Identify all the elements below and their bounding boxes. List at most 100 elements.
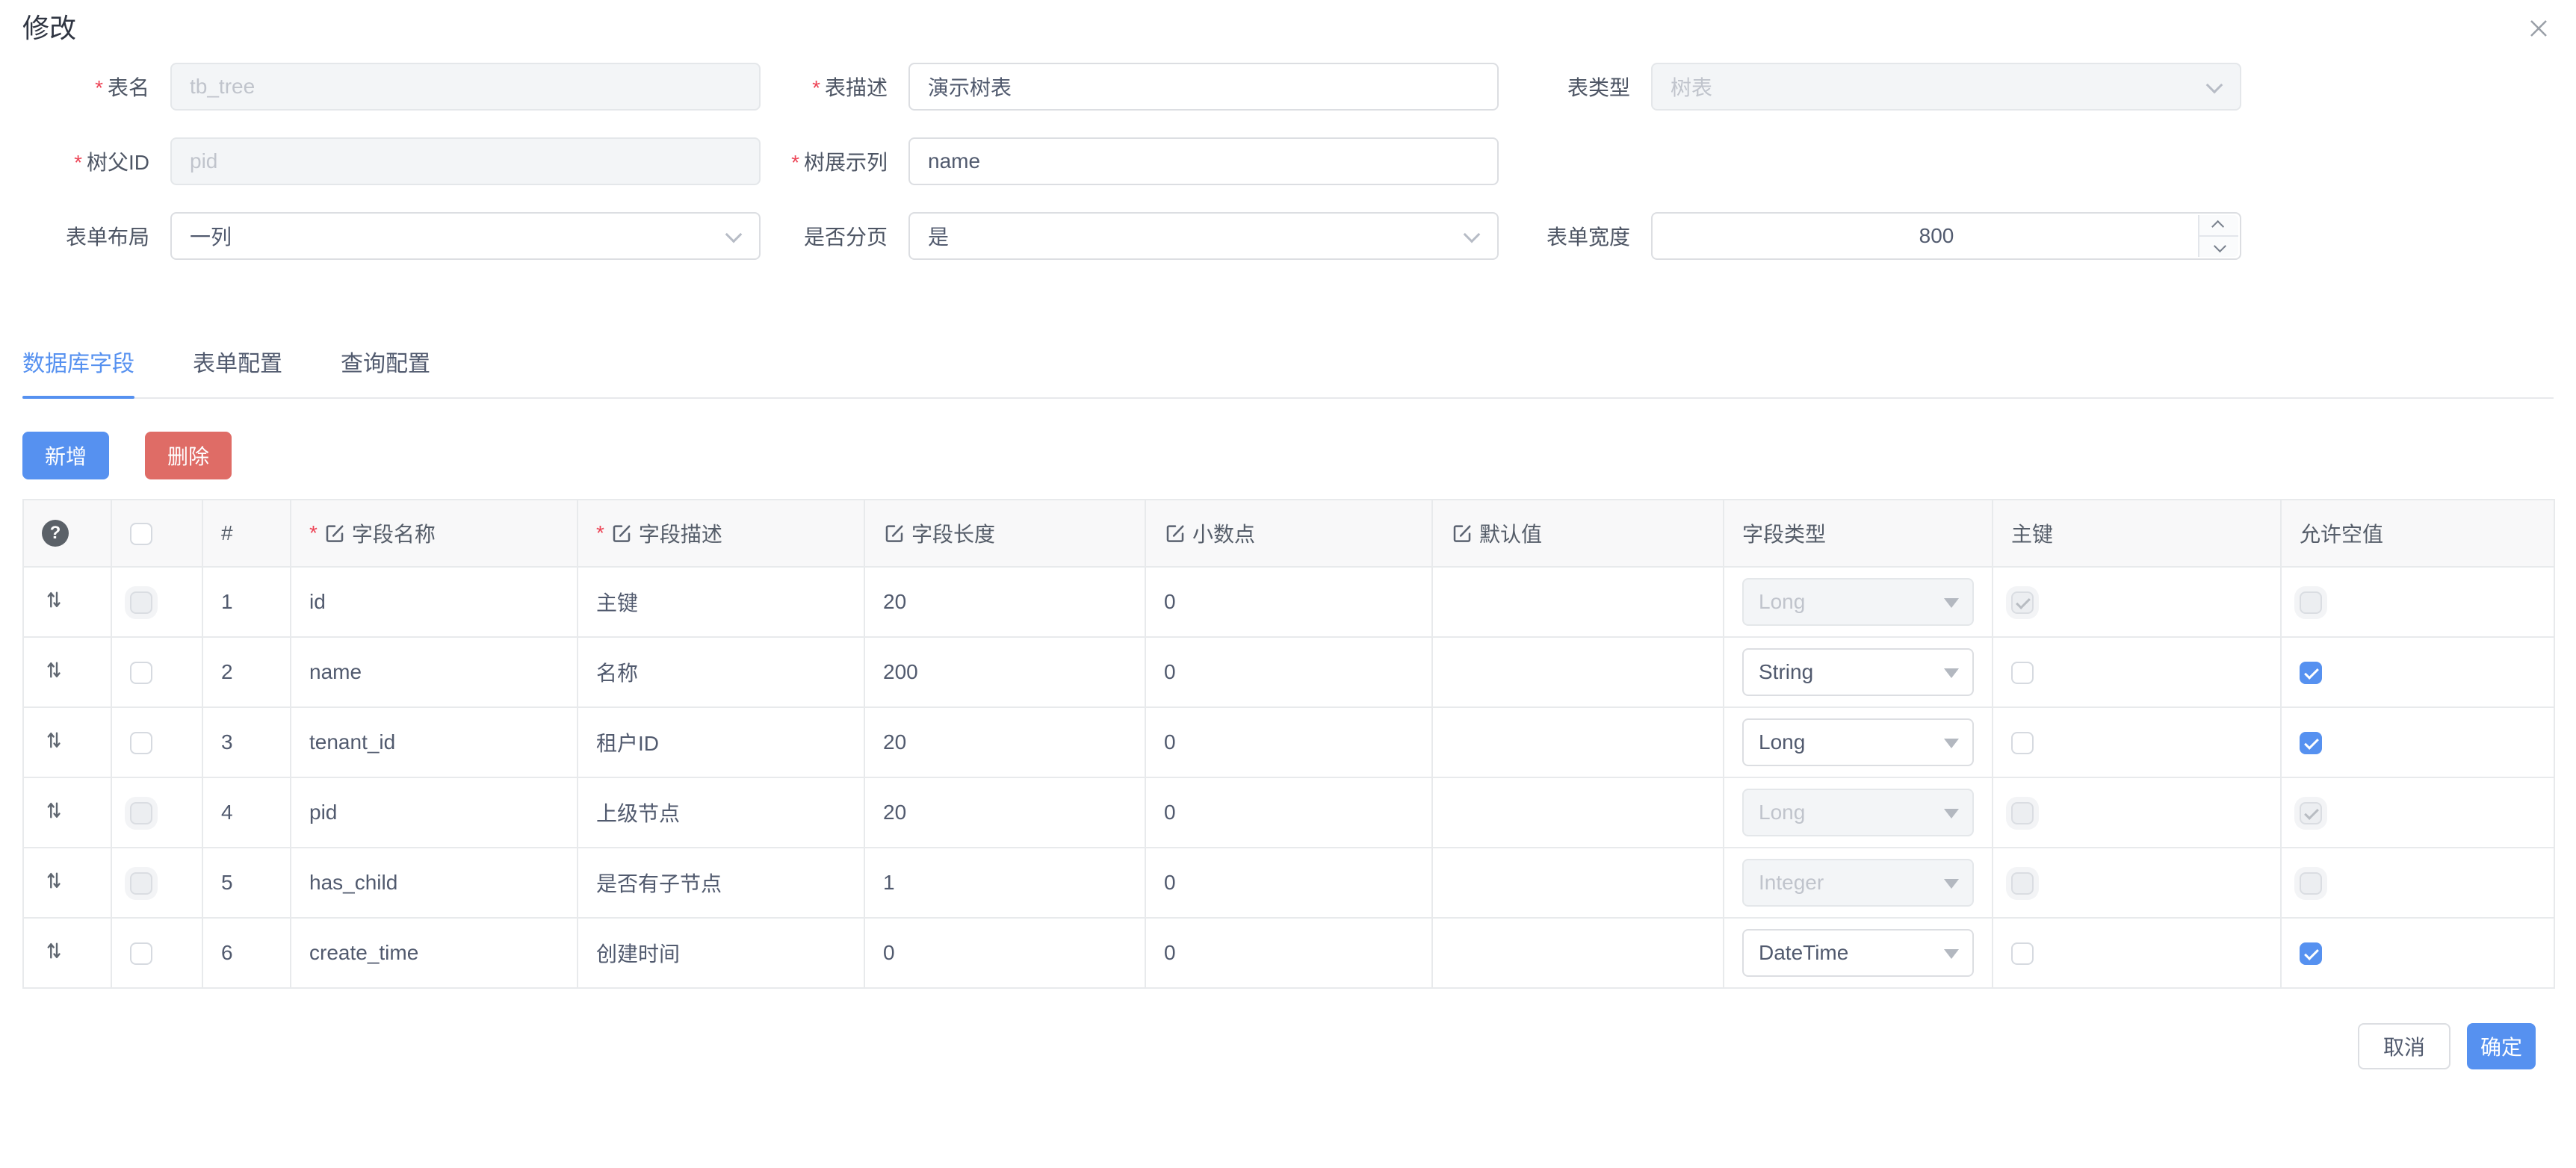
help-icon[interactable]: ? — [42, 520, 69, 547]
chevron-down-icon — [1464, 226, 1481, 243]
cell-field-name[interactable]: pid — [291, 777, 578, 848]
pagination-select[interactable]: 是 — [908, 212, 1499, 260]
table-desc-input[interactable]: 演示树表 — [908, 63, 1499, 111]
cell-default-value[interactable] — [1432, 918, 1724, 988]
field-type-select[interactable]: String — [1742, 648, 1974, 696]
field-type-select[interactable]: DateTime — [1742, 929, 1974, 977]
tab-form-config[interactable]: 表单配置 — [193, 330, 282, 397]
cell-field-name[interactable]: has_child — [291, 848, 578, 918]
cell-field-desc[interactable]: 创建时间 — [578, 918, 864, 988]
drag-handle-icon[interactable] — [42, 798, 66, 822]
cell-field-length[interactable]: 0 — [864, 918, 1145, 988]
allow-null-checkbox[interactable] — [2300, 802, 2322, 824]
drag-handle-icon[interactable] — [42, 869, 66, 892]
allow-null-checkbox[interactable] — [2300, 591, 2322, 614]
step-down-button[interactable] — [2199, 235, 2238, 257]
primary-key-checkbox[interactable] — [2011, 872, 2034, 895]
cell-field-length[interactable]: 20 — [864, 707, 1145, 777]
field-type-select[interactable]: Long — [1742, 718, 1974, 766]
confirm-button[interactable]: 确定 — [2467, 1023, 2536, 1069]
drag-handle-icon[interactable] — [42, 728, 66, 752]
cell-default-value[interactable] — [1432, 707, 1724, 777]
modify-dialog: 修改 *表名 tb_tree *表描述 演示树表 *表类型 树表 *树父ID p… — [0, 0, 2576, 1069]
required-marker: * — [309, 521, 318, 545]
cell-field-name[interactable]: create_time — [291, 918, 578, 988]
form-item-tree-display: *树展示列 name — [761, 137, 1499, 185]
cell-field-length[interactable]: 20 — [864, 567, 1145, 637]
allow-null-checkbox[interactable] — [2300, 662, 2322, 684]
add-button[interactable]: 新增 — [22, 432, 109, 479]
cancel-button[interactable]: 取消 — [2358, 1023, 2450, 1069]
row-select-checkbox[interactable] — [130, 942, 152, 965]
cell-decimal-point[interactable]: 0 — [1145, 918, 1432, 988]
allow-null-checkbox[interactable] — [2300, 942, 2322, 965]
field-type-select[interactable]: Integer — [1742, 859, 1974, 907]
cell-field-name[interactable]: name — [291, 637, 578, 707]
row-select-checkbox[interactable] — [130, 662, 152, 684]
drag-handle-icon[interactable] — [42, 939, 66, 963]
row-select-checkbox[interactable] — [130, 732, 152, 754]
dialog-footer: 取消 确定 — [22, 1023, 2554, 1069]
cell-field-length[interactable]: 200 — [864, 637, 1145, 707]
table-row: 6 create_time 创建时间 0 0 DateTime — [23, 918, 2554, 988]
field-type-select[interactable]: Long — [1742, 578, 1974, 626]
caret-down-icon — [1944, 879, 1959, 889]
drag-handle-icon[interactable] — [42, 658, 66, 682]
cell-decimal-point[interactable]: 0 — [1145, 567, 1432, 637]
allow-null-checkbox[interactable] — [2300, 872, 2322, 895]
tab-database-fields[interactable]: 数据库字段 — [22, 330, 134, 397]
table-row: 2 name 名称 200 0 String — [23, 637, 2554, 707]
cell-field-desc[interactable]: 租户ID — [578, 707, 864, 777]
primary-key-checkbox[interactable] — [2011, 802, 2034, 824]
cell-default-value[interactable] — [1432, 848, 1724, 918]
table-type-select[interactable]: 树表 — [1651, 63, 2241, 111]
cell-field-desc[interactable]: 上级节点 — [578, 777, 864, 848]
drag-handle-icon[interactable] — [42, 588, 66, 612]
required-marker: * — [74, 151, 82, 174]
col-primary-key: 主键 — [1993, 500, 2281, 567]
cell-decimal-point[interactable]: 0 — [1145, 707, 1432, 777]
primary-key-checkbox[interactable] — [2011, 732, 2034, 754]
primary-key-checkbox[interactable] — [2011, 662, 2034, 684]
edit-icon — [323, 522, 346, 544]
cell-field-length[interactable]: 1 — [864, 848, 1145, 918]
form-item-form-layout: *表单布局 一列 — [22, 212, 761, 260]
primary-key-checkbox[interactable] — [2011, 942, 2034, 965]
config-tabs: 数据库字段 表单配置 查询配置 — [22, 330, 2554, 399]
delete-button[interactable]: 删除 — [145, 432, 232, 479]
cell-field-desc[interactable]: 是否有子节点 — [578, 848, 864, 918]
fields-grid: ? # *字段名称 *字段描述 字段长度 小数点 默认值 字段类型 主键 允许空… — [22, 499, 2554, 989]
tab-query-config[interactable]: 查询配置 — [341, 330, 430, 397]
table-config-form: *表名 tb_tree *表描述 演示树表 *表类型 树表 *树父ID pid … — [22, 63, 2554, 260]
row-select-checkbox[interactable] — [130, 872, 152, 895]
allow-null-checkbox[interactable] — [2300, 732, 2322, 754]
table-name-input[interactable]: tb_tree — [170, 63, 761, 111]
cell-decimal-point[interactable]: 0 — [1145, 777, 1432, 848]
form-width-stepper[interactable]: 800 — [1651, 212, 2241, 260]
cell-field-desc[interactable]: 主键 — [578, 567, 864, 637]
cell-decimal-point[interactable]: 0 — [1145, 637, 1432, 707]
field-type-select[interactable]: Long — [1742, 789, 1974, 836]
select-all-checkbox[interactable] — [130, 523, 152, 545]
close-icon[interactable] — [2524, 13, 2554, 43]
form-item-form-width: *表单宽度 800 — [1499, 212, 2241, 260]
primary-key-checkbox[interactable] — [2011, 591, 2034, 614]
cell-decimal-point[interactable]: 0 — [1145, 848, 1432, 918]
row-select-checkbox[interactable] — [130, 802, 152, 824]
cell-default-value[interactable] — [1432, 777, 1724, 848]
step-up-button[interactable] — [2199, 215, 2238, 235]
cell-field-desc[interactable]: 名称 — [578, 637, 864, 707]
form-layout-select[interactable]: 一列 — [170, 212, 761, 260]
tree-display-input[interactable]: name — [908, 137, 1499, 185]
tree-parent-input[interactable]: pid — [170, 137, 761, 185]
cell-field-length[interactable]: 20 — [864, 777, 1145, 848]
cell-default-value[interactable] — [1432, 637, 1724, 707]
table-type-label: 表类型 — [1567, 76, 1630, 99]
cell-default-value[interactable] — [1432, 567, 1724, 637]
cell-field-name[interactable]: id — [291, 567, 578, 637]
row-number: 4 — [202, 777, 291, 848]
cell-field-name[interactable]: tenant_id — [291, 707, 578, 777]
row-select-checkbox[interactable] — [130, 591, 152, 614]
col-allow-null: 允许空值 — [2281, 500, 2554, 567]
dialog-title: 修改 — [22, 12, 2554, 45]
